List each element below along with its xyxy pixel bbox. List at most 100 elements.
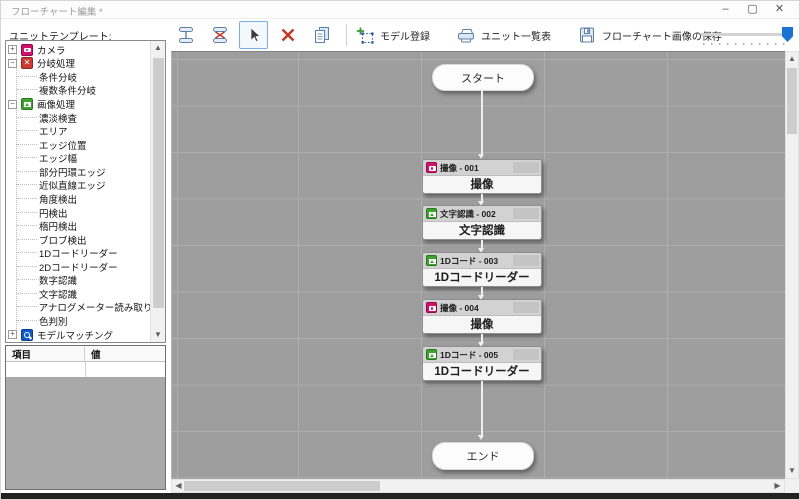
- flow-node-unit-002[interactable]: 文字認識 - 002 文字認識: [422, 205, 542, 240]
- tree-item-2[interactable]: 条件分岐: [6, 70, 150, 84]
- node-header-patch: [513, 207, 539, 219]
- tree-item-label: 条件分岐: [39, 72, 78, 84]
- tree-item-13[interactable]: 楕円検出: [6, 219, 150, 233]
- tree-connector: [17, 306, 37, 308]
- tree-item-label: 2Dコードリーダー: [39, 262, 118, 274]
- tree-item-5[interactable]: 濃淡検査: [6, 111, 150, 125]
- title-bar: フローチャート編集 * – ▢ ✕: [1, 1, 799, 19]
- tree-item-16[interactable]: 2Dコードリーダー: [6, 260, 150, 274]
- tree-item-label: 部分円環エッジ: [39, 167, 106, 179]
- copy-button[interactable]: [307, 21, 336, 49]
- insert-unit-button[interactable]: [171, 21, 200, 49]
- property-value-cell[interactable]: [86, 362, 165, 377]
- zoom-slider-handle[interactable]: [782, 27, 793, 42]
- zoom-slider[interactable]: [701, 26, 796, 48]
- save-flowchart-image-icon: [577, 25, 597, 45]
- node-body-label: 撮像: [470, 179, 494, 191]
- tree-connector: [17, 143, 37, 146]
- scroll-right-icon[interactable]: ▶: [771, 480, 784, 492]
- tree-item-1[interactable]: − 分岐処理: [6, 57, 150, 71]
- horizontal-scrollbar-thumb[interactable]: [184, 481, 380, 491]
- camera-icon: [426, 162, 437, 173]
- zoom-slider-ticks: [703, 43, 789, 45]
- tree-connector: [17, 157, 37, 159]
- flow-node-unit-005[interactable]: 1Dコード - 005 1Dコードリーダー: [422, 346, 542, 381]
- flow-node-unit-003[interactable]: 1Dコード - 003 1Dコードリーダー: [422, 252, 542, 287]
- maximize-button[interactable]: ▢: [739, 1, 766, 17]
- tree-item-label: 文字認識: [39, 289, 78, 301]
- tree-item-14[interactable]: ブロブ検出: [6, 233, 150, 247]
- flow-node-start[interactable]: スタート: [432, 64, 534, 91]
- branch-icon: [21, 57, 33, 70]
- search-icon: [21, 328, 33, 341]
- scroll-down-icon[interactable]: ▼: [151, 328, 165, 342]
- flow-node-end[interactable]: エンド: [432, 442, 534, 470]
- expander-icon[interactable]: +: [8, 45, 17, 55]
- model-register-button[interactable]: モデル登録: [356, 26, 430, 45]
- scroll-up-icon[interactable]: ▲: [786, 52, 798, 66]
- tree-item-label: エッジ幅: [39, 154, 78, 166]
- close-button[interactable]: ✕: [766, 1, 793, 17]
- delete-button[interactable]: [273, 21, 302, 49]
- expander-icon[interactable]: −: [8, 99, 17, 109]
- tree-scrollbar[interactable]: ▲ ▼: [150, 41, 165, 342]
- remove-unit-icon: [210, 25, 230, 45]
- tree-item-0[interactable]: + カメラ: [6, 43, 150, 57]
- expander-icon[interactable]: +: [8, 330, 17, 340]
- tree-item-6[interactable]: エリア: [6, 124, 150, 138]
- select-mode-button[interactable]: [239, 21, 268, 49]
- tree-connector: [17, 279, 37, 281]
- node-header: 撮像 - 004: [423, 300, 541, 316]
- tree-item-7[interactable]: エッジ位置: [6, 138, 150, 152]
- tree-item-21[interactable]: + モデルマッチング: [6, 328, 150, 342]
- tree-item-label: カメラ: [37, 45, 66, 57]
- zoom-slider-track[interactable]: [701, 33, 791, 36]
- tree-connector: [17, 320, 37, 322]
- property-table-row[interactable]: [6, 362, 165, 377]
- tree-item-8[interactable]: エッジ幅: [6, 152, 150, 166]
- image-icon: [426, 208, 437, 219]
- node-title: 撮像 - 004: [440, 302, 479, 313]
- canvas-vertical-scrollbar[interactable]: ▲ ▼: [785, 51, 799, 479]
- tree-connector: [17, 170, 37, 173]
- tree-item-20[interactable]: 色判別: [6, 314, 150, 328]
- tree-connector: [17, 225, 37, 227]
- tree-item-12[interactable]: 円検出: [6, 206, 150, 220]
- flow-node-unit-001[interactable]: 撮像 - 001 撮像: [422, 159, 542, 194]
- scroll-up-icon[interactable]: ▲: [151, 41, 165, 55]
- flow-node-unit-004[interactable]: 撮像 - 004 撮像: [422, 299, 542, 334]
- tree-item-9[interactable]: 部分円環エッジ: [6, 165, 150, 179]
- tree-item-10[interactable]: 近似直線エッジ: [6, 179, 150, 192]
- tree-item-3[interactable]: 複数条件分岐: [6, 84, 150, 97]
- tree-connector: [17, 265, 37, 268]
- tree-item-label: 分岐処理: [37, 59, 76, 71]
- tree-item-label: エリア: [39, 127, 68, 139]
- column-header-item: 項目: [6, 346, 85, 361]
- unit-list-button[interactable]: ユニット一覧表: [456, 25, 551, 45]
- node-body-label: 1Dコードリーダー: [434, 366, 530, 378]
- property-item-cell[interactable]: [6, 362, 86, 377]
- tree-item-label: 画像処理: [37, 100, 76, 112]
- tree-item-11[interactable]: 角度検出: [6, 192, 150, 206]
- vertical-scrollbar-thumb[interactable]: [787, 68, 797, 134]
- expander-icon[interactable]: −: [8, 58, 17, 68]
- node-body-label: 文字認識: [459, 225, 505, 237]
- node-header: 1Dコード - 003: [423, 253, 541, 269]
- tree-item-15[interactable]: 1Dコードリーダー: [6, 246, 150, 260]
- scroll-down-icon[interactable]: ▼: [786, 464, 798, 478]
- tree-item-17[interactable]: 数字認識: [6, 274, 150, 287]
- flowchart-editor-window: フローチャート編集 * – ▢ ✕ モデル登録 ユニット一覧表 フローチャート画…: [0, 0, 800, 500]
- tree-item-22[interactable]: +ロボット連携: [6, 341, 150, 342]
- flowchart-canvas[interactable]: スタート 撮像 - 001 撮像 文字認識 - 002 文字認識 1Dコード -…: [171, 51, 785, 479]
- unit-tree: + カメラ − 分岐処理条件分岐複数条件分岐 − 画像処理濃淡検査エリアエッジ位置エッジ幅…: [6, 43, 150, 342]
- canvas-horizontal-scrollbar[interactable]: ◀ ▶: [171, 479, 785, 493]
- remove-unit-button[interactable]: [205, 21, 234, 49]
- tree-item-19[interactable]: アナログメーター読み取り: [6, 301, 150, 315]
- tree-item-4[interactable]: − 画像処理: [6, 97, 150, 111]
- flow-connector: [478, 194, 484, 206]
- tree-connector: [17, 211, 37, 214]
- tree-scrollbar-thumb[interactable]: [153, 58, 164, 308]
- tree-item-18[interactable]: 文字認識: [6, 287, 150, 301]
- minimize-button[interactable]: –: [712, 1, 739, 17]
- tree-item-label: アナログメーター読み取り: [38, 303, 150, 315]
